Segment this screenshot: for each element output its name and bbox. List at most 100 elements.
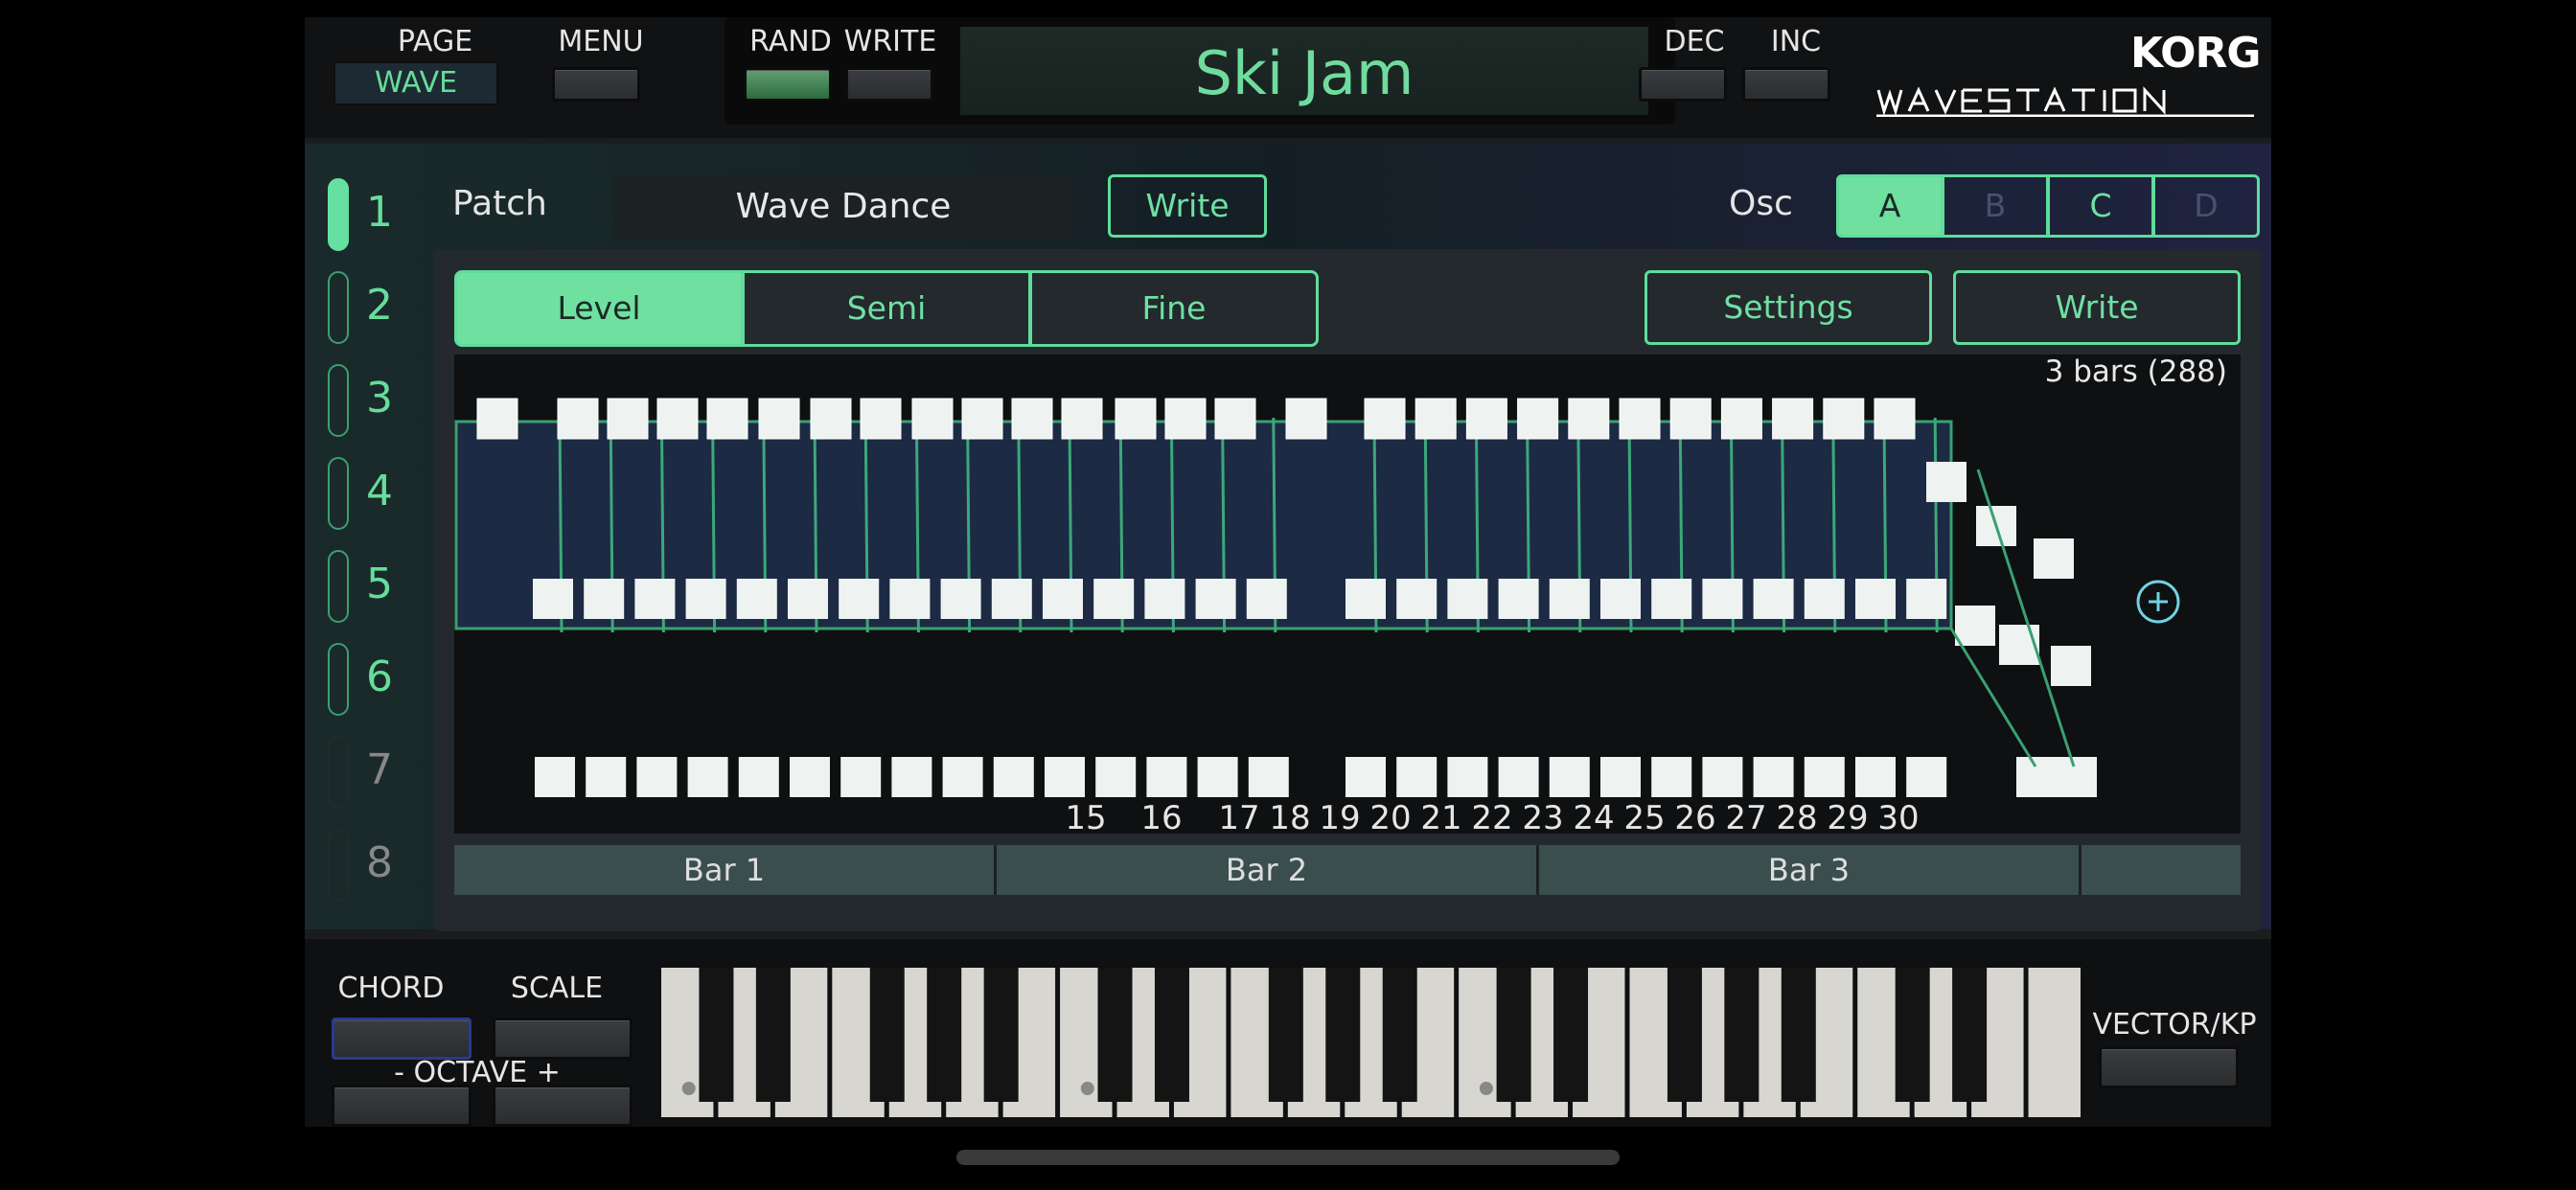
patch-slot-6[interactable]: 6 xyxy=(324,639,393,716)
step-level-handle[interactable] xyxy=(1926,462,1966,502)
osc-b-button[interactable]: B xyxy=(1942,174,2049,238)
step-level-handle[interactable] xyxy=(584,579,625,619)
step-level-handle[interactable] xyxy=(1955,606,1995,646)
step-level-handle[interactable] xyxy=(1906,757,1947,797)
page-value[interactable]: WAVE xyxy=(334,61,498,105)
step-level-handle[interactable] xyxy=(1517,398,1559,440)
octave-down-button[interactable] xyxy=(332,1085,472,1127)
bar-segment-tail[interactable] xyxy=(2082,845,2241,895)
step-level-handle[interactable] xyxy=(1600,757,1641,797)
osc-d-button[interactable]: D xyxy=(2152,174,2260,238)
step-level-handle[interactable] xyxy=(1396,579,1438,619)
patch-slot-7[interactable]: 7 xyxy=(324,732,393,809)
step-level-handle[interactable] xyxy=(788,579,828,619)
black-key[interactable] xyxy=(1553,968,1589,1102)
vector-kp-button[interactable] xyxy=(2099,1046,2239,1088)
black-key[interactable] xyxy=(869,968,905,1102)
black-key[interactable] xyxy=(1496,968,1531,1102)
step-level-handle[interactable] xyxy=(860,398,902,440)
step-level-handle[interactable] xyxy=(738,757,779,797)
step-level-handle[interactable] xyxy=(1396,757,1438,797)
step-level-handle[interactable] xyxy=(1669,398,1712,440)
step-level-handle[interactable] xyxy=(1823,398,1865,440)
step-level-handle[interactable] xyxy=(1447,579,1488,619)
bar-segment[interactable]: Bar 3 xyxy=(1539,845,2082,895)
sequence-write-button[interactable]: Write xyxy=(1953,270,2241,345)
patch-slot-5[interactable]: 5 xyxy=(324,546,393,623)
step-level-handle[interactable] xyxy=(1600,579,1641,619)
step-level-handle[interactable] xyxy=(2034,538,2074,579)
black-key[interactable] xyxy=(1667,968,1702,1102)
black-key[interactable] xyxy=(1952,968,1988,1102)
step-level-handle[interactable] xyxy=(1465,398,1507,440)
step-level-handle[interactable] xyxy=(1804,579,1845,619)
step-level-handle[interactable] xyxy=(961,398,1003,440)
step-level-handle[interactable] xyxy=(1043,579,1083,619)
step-level-handle[interactable] xyxy=(1346,579,1386,619)
step-level-handle[interactable] xyxy=(1772,398,1814,440)
chord-button[interactable] xyxy=(332,1018,472,1060)
inc-button[interactable] xyxy=(1742,67,1830,102)
step-level-handle[interactable] xyxy=(1197,757,1238,797)
step-level-handle[interactable] xyxy=(1498,579,1539,619)
step-level-handle[interactable] xyxy=(687,757,728,797)
step-level-handle[interactable] xyxy=(839,579,880,619)
step-level-handle[interactable] xyxy=(1549,579,1590,619)
octave-up-button[interactable] xyxy=(493,1085,632,1127)
black-key[interactable] xyxy=(1724,968,1760,1102)
patch-slot-4[interactable]: 4 xyxy=(324,453,393,530)
step-level-handle[interactable] xyxy=(1702,757,1743,797)
step-level-handle[interactable] xyxy=(2057,757,2097,797)
step-level-handle[interactable] xyxy=(1702,579,1743,619)
step-level-handle[interactable] xyxy=(940,579,981,619)
step-level-handle[interactable] xyxy=(1195,579,1236,619)
white-key[interactable] xyxy=(2028,968,2081,1117)
osc-a-button[interactable]: A xyxy=(1836,174,1944,238)
black-key[interactable] xyxy=(755,968,791,1102)
bar-segment[interactable]: Bar 1 xyxy=(454,845,997,895)
patch-write-button[interactable]: Write xyxy=(1108,174,1267,238)
step-level-handle[interactable] xyxy=(1061,398,1103,440)
step-level-handle[interactable] xyxy=(586,757,627,797)
step-level-handle[interactable] xyxy=(942,757,983,797)
step-level-handle[interactable] xyxy=(1874,398,1916,440)
step-level-handle[interactable] xyxy=(1164,398,1207,440)
step-level-handle[interactable] xyxy=(1045,757,1085,797)
step-level-handle[interactable] xyxy=(656,398,699,440)
step-level-handle[interactable] xyxy=(636,757,678,797)
tab-fine[interactable]: Fine xyxy=(1029,270,1319,347)
step-level-handle[interactable] xyxy=(1246,579,1287,619)
step-level-handle[interactable] xyxy=(1146,757,1187,797)
black-key[interactable] xyxy=(1781,968,1816,1102)
step-level-handle[interactable] xyxy=(1651,579,1692,619)
step-level-handle[interactable] xyxy=(1095,757,1137,797)
step-level-handle[interactable] xyxy=(1753,579,1794,619)
step-level-handle[interactable] xyxy=(810,398,852,440)
step-level-handle[interactable] xyxy=(1568,398,1610,440)
step-level-handle[interactable] xyxy=(1093,579,1135,619)
write-hw-button[interactable] xyxy=(845,67,933,102)
step-level-handle[interactable] xyxy=(1906,579,1947,619)
step-level-handle[interactable] xyxy=(1364,398,1406,440)
step-level-handle[interactable] xyxy=(1248,757,1289,797)
step-level-handle[interactable] xyxy=(1619,398,1661,440)
bar-segment[interactable]: Bar 2 xyxy=(997,845,1539,895)
step-level-handle[interactable] xyxy=(1753,757,1794,797)
black-key[interactable] xyxy=(699,968,734,1102)
dec-button[interactable] xyxy=(1639,67,1727,102)
step-level-handle[interactable] xyxy=(1346,757,1386,797)
step-level-handle[interactable] xyxy=(1855,579,1896,619)
step-level-handle[interactable] xyxy=(607,398,649,440)
step-level-handle[interactable] xyxy=(1115,398,1157,440)
step-level-handle[interactable] xyxy=(1214,398,1256,440)
black-key[interactable] xyxy=(927,968,962,1102)
menu-button[interactable] xyxy=(552,67,640,102)
step-level-handle[interactable] xyxy=(557,398,599,440)
step-level-handle[interactable] xyxy=(706,398,748,440)
step-level-handle[interactable] xyxy=(1414,398,1457,440)
step-level-handle[interactable] xyxy=(758,398,800,440)
patch-slot-3[interactable]: 3 xyxy=(324,360,393,437)
plus-circle-icon[interactable] xyxy=(2133,577,2183,627)
step-level-handle[interactable] xyxy=(1720,398,1762,440)
tab-level[interactable]: Level xyxy=(454,270,744,347)
